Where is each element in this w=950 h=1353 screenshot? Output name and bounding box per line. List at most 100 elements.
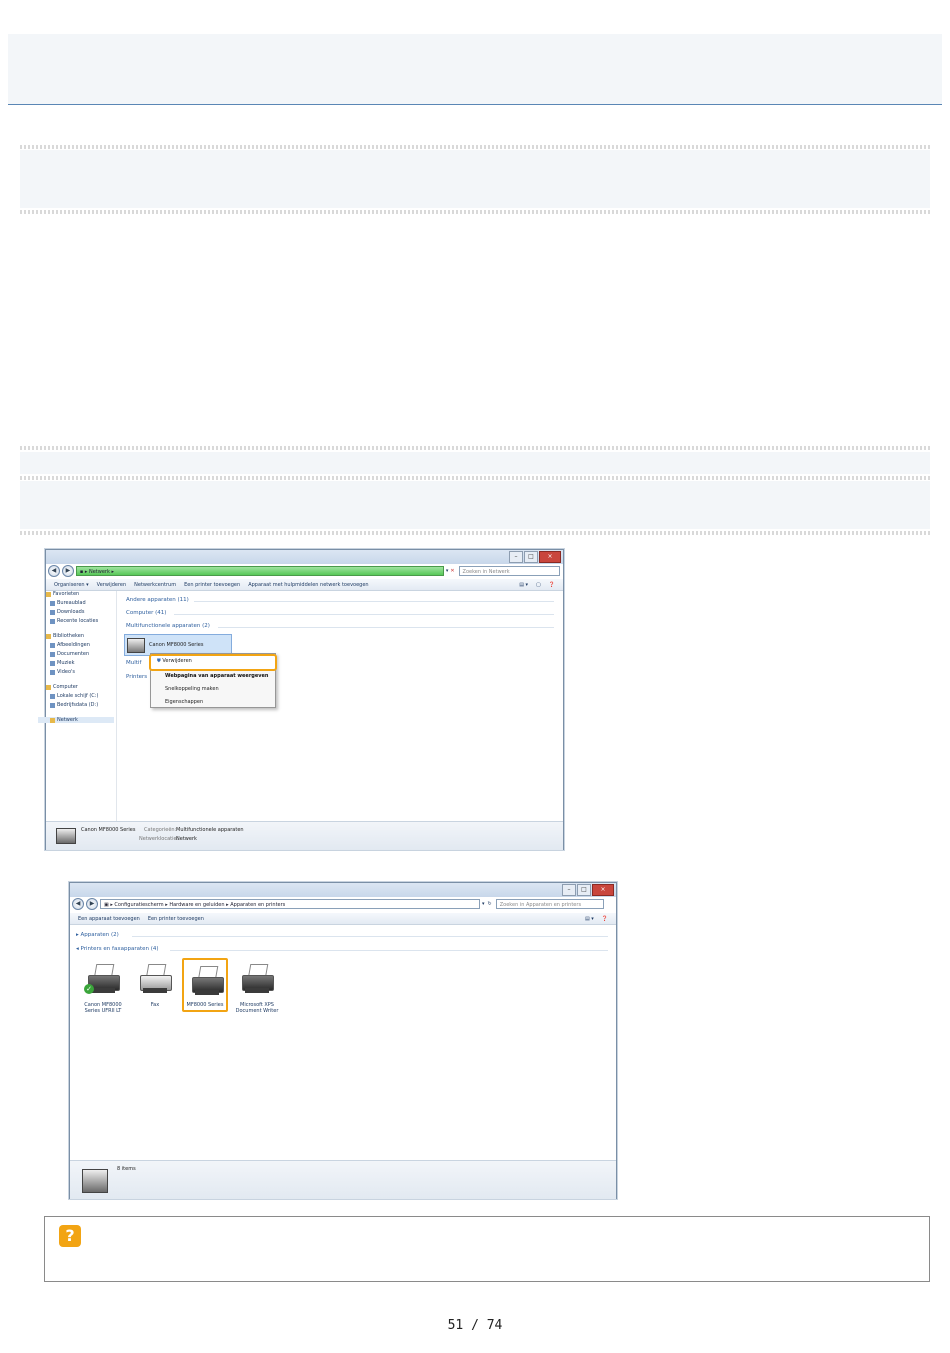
dropdown-icon[interactable]: ▾ <box>482 901 485 907</box>
details-network-label: Netwerklocatie: <box>139 836 179 842</box>
search-input[interactable]: Zoeken in Netwerk <box>458 566 560 576</box>
group-multifunction[interactable]: Multifunctionele apparaten (2) <box>126 623 210 629</box>
sidebar-item[interactable]: Favorieten <box>46 591 79 597</box>
add-printer-button[interactable]: Een printer toevoegen <box>148 916 204 922</box>
add-network-device-button[interactable]: Apparaat met hulpmiddelen netwerk toevoe… <box>248 582 368 588</box>
refresh-icon[interactable]: ✕ <box>450 568 454 574</box>
sidebar-item[interactable]: Video's <box>50 669 75 675</box>
help-icon[interactable]: ❓ <box>549 582 555 588</box>
minimize-icon[interactable]: – <box>562 884 576 896</box>
command-toolbar: Organiseren ▾ Verwijderen Netwerkcentrum… <box>46 579 563 591</box>
star-icon <box>46 591 51 597</box>
add-printer-button[interactable]: Een printer toevoegen <box>184 582 240 588</box>
menu-item-properties[interactable]: Eigenschappen <box>165 699 203 705</box>
sidebar-item-label: Bedrijfsdata (D:) <box>57 702 99 708</box>
printer-icon <box>82 1169 108 1193</box>
close-icon[interactable]: × <box>592 884 614 896</box>
breadcrumb-devices[interactable]: Apparaten en printers <box>230 902 285 908</box>
network-window-screenshot: – □ × ◀ ▶ ▪ ▸ Netwerk ▸ ▾ ✕ Zoeken in Ne… <box>38 549 564 850</box>
group-divider <box>194 601 554 602</box>
printer-icon <box>127 638 145 653</box>
organize-button[interactable]: Organiseren ▾ <box>54 582 89 588</box>
sidebar-item[interactable]: Bureaublad <box>50 600 86 606</box>
address-field[interactable]: ▪ ▸ Netwerk ▸ <box>75 566 444 576</box>
computer-icon <box>46 684 51 690</box>
view-options-icon[interactable]: ▤ ▾ <box>519 582 528 588</box>
sidebar-item-label: Video's <box>57 669 75 675</box>
sidebar-item-label: Computer <box>53 684 78 690</box>
sidebar-item[interactable]: Documenten <box>50 651 89 657</box>
sidebar-item[interactable]: Recente locaties <box>50 618 98 624</box>
refresh-icon[interactable]: ↻ <box>488 901 492 907</box>
help-icon[interactable]: ❓ <box>602 916 608 922</box>
maximize-icon[interactable]: □ <box>577 884 591 896</box>
sidebar-item[interactable]: Netwerk <box>38 717 114 723</box>
breadcrumb-hardware[interactable]: Hardware en geluiden <box>169 902 224 908</box>
sidebar-item[interactable]: Afbeeldingen <box>50 642 90 648</box>
back-icon[interactable]: ◀ <box>72 898 84 910</box>
search-input[interactable]: Zoeken in Apparaten en printers <box>495 899 604 909</box>
address-bar: ◀ ▶ ▪ ▸ Netwerk ▸ ▾ ✕ Zoeken in Netwerk <box>48 564 560 578</box>
maximize-icon[interactable]: □ <box>524 551 538 563</box>
sidebar-item-label: Downloads <box>57 609 85 615</box>
details-category-value: Multifunctionele apparaten <box>176 827 244 833</box>
sidebar-item-label: Afbeeldingen <box>57 642 90 648</box>
printer-label: MF8000 Series <box>186 1002 224 1008</box>
add-device-button[interactable]: Een apparaat toevoegen <box>78 916 140 922</box>
details-pane: 8 items <box>70 1160 616 1199</box>
printer-label: Fax <box>150 1002 160 1008</box>
address-field[interactable]: ▣ ▸ Configuratiescherm ▸ Hardware en gel… <box>100 899 480 909</box>
section-rule-top <box>20 145 930 149</box>
printer-label: Microsoft XPS Document Writer <box>235 1002 279 1014</box>
group-multif-truncated[interactable]: Multif <box>126 660 141 666</box>
section-rule-bottom <box>20 210 930 214</box>
drive-icon <box>50 702 55 708</box>
forward-icon[interactable]: ▶ <box>86 898 98 910</box>
group-computer[interactable]: Computer (41) <box>126 610 166 616</box>
address-path: Netwerk <box>88 569 110 575</box>
group-printers-faxes[interactable]: ◂ Printers en faxapparaten (4) <box>76 946 159 952</box>
section-band-2b <box>20 481 930 529</box>
sidebar-item-label: Documenten <box>57 651 90 657</box>
group-printers[interactable]: Printers <box>126 674 147 680</box>
documents-icon <box>50 651 55 657</box>
navigation-pane: Favorieten Bureaublad Downloads Recente loc… <box>38 591 117 821</box>
view-options-icon[interactable]: ▤ ▾ <box>585 916 594 922</box>
breadcrumb-control-panel[interactable]: Configuratiescherm <box>114 902 163 908</box>
sidebar-item[interactable]: Muziek <box>50 660 74 666</box>
sidebar-item[interactable]: Bibliotheken <box>46 633 84 639</box>
group-devices[interactable]: ▸ Apparaten (2) <box>76 932 119 938</box>
network-center-button[interactable]: Netwerkcentrum <box>134 582 176 588</box>
downloads-icon <box>50 609 55 615</box>
dropdown-icon[interactable]: ▾ <box>446 568 449 574</box>
menu-item-webpage[interactable]: Webpagina van apparaat weergeven <box>165 673 268 679</box>
delete-button[interactable]: Verwijderen <box>97 582 126 588</box>
address-bar: ◀ ▶ ▣ ▸ Configuratiescherm ▸ Hardware en… <box>72 897 614 911</box>
group-divider <box>170 950 608 951</box>
context-menu: ⛊ Verwijderen Webpagina van apparaat wee… <box>149 653 277 708</box>
sidebar-item-label: Favorieten <box>53 591 80 597</box>
section-rule-bottom-2 <box>20 531 930 535</box>
control-panel-icon: ▣ ▸ <box>104 902 115 908</box>
menu-item-delete[interactable]: ⛊ Verwijderen <box>157 658 192 664</box>
preview-pane-icon[interactable]: ▢ <box>536 582 541 588</box>
sidebar-item[interactable]: Bedrijfsdata (D:) <box>50 702 98 708</box>
sidebar-item[interactable]: Computer <box>46 684 78 690</box>
printer-label: Canon MF8000 Series UFRII LT <box>84 1002 122 1014</box>
window-controls: – □ × <box>509 551 561 563</box>
close-icon[interactable]: × <box>539 551 561 563</box>
sidebar-item-label: Lokale schijf (C:) <box>57 693 99 699</box>
forward-icon[interactable]: ▶ <box>61 565 74 577</box>
minimize-icon[interactable]: – <box>509 551 523 563</box>
sidebar-item[interactable]: Downloads <box>50 609 84 615</box>
sidebar-item[interactable]: Lokale schijf (C:) <box>50 693 98 699</box>
group-other-devices[interactable]: Andere apparaten (11) <box>126 597 189 603</box>
video-icon <box>50 669 55 675</box>
menu-item-shortcut[interactable]: Snelkoppeling maken <box>165 686 219 692</box>
item-count: 8 items <box>117 1166 136 1172</box>
library-icon <box>46 633 51 639</box>
back-icon[interactable]: ◀ <box>48 565 60 577</box>
window-titlebar: – □ × <box>70 883 616 897</box>
sidebar-list: Favorieten Bureaublad Downloads Recente loc… <box>38 591 116 723</box>
printer-icon <box>240 962 274 996</box>
